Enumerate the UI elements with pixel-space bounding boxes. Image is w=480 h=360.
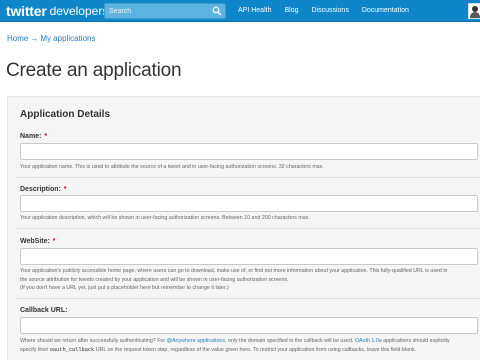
search-icon[interactable] xyxy=(212,6,222,16)
oauth-callback-code: oauth_callback xyxy=(49,346,95,353)
required-marker: * xyxy=(52,238,56,245)
website-help: Your application's publicly accessible h… xyxy=(20,267,480,293)
callback-url-help: Where should we return after successfull… xyxy=(20,337,480,354)
anywhere-applications-link[interactable]: @Anywhere applications xyxy=(167,338,225,344)
user-avatar[interactable] xyxy=(468,3,480,19)
twitter-developers-logo[interactable]: twitter developers xyxy=(6,2,108,20)
callback-help-text: specify their xyxy=(20,346,50,353)
website-help-line-1: Your application's publicly accessible h… xyxy=(20,268,448,274)
nav-documentation[interactable]: Documentation xyxy=(362,0,409,22)
callback-help-text: applications should explicitly xyxy=(381,338,450,344)
callback-help-text: URL on the request token step, regardles… xyxy=(94,346,417,353)
name-label: Name: * xyxy=(20,133,47,140)
description-field[interactable] xyxy=(20,195,478,212)
website-label-text: WebSite: xyxy=(20,238,50,245)
required-marker: * xyxy=(44,133,48,140)
callback-url-field[interactable] xyxy=(20,317,478,334)
divider xyxy=(16,298,480,299)
page-title: Create an application xyxy=(6,60,182,81)
callback-url-label-text: Callback URL: xyxy=(20,307,68,314)
breadcrumb-my-applications[interactable]: My applications xyxy=(40,34,95,43)
description-help: Your application description, which will… xyxy=(20,215,310,221)
search-box xyxy=(104,3,226,19)
callback-help-text: , only the domain specified in the callb… xyxy=(225,338,355,344)
website-field[interactable] xyxy=(20,248,478,265)
description-label-text: Description: xyxy=(20,186,61,193)
logo-sub: developers xyxy=(49,4,109,18)
avatar-body xyxy=(470,12,480,18)
breadcrumb-home[interactable]: Home xyxy=(7,34,28,43)
divider xyxy=(16,177,480,178)
nav-blog[interactable]: Blog xyxy=(284,0,298,22)
logo-brand: twitter xyxy=(6,3,47,19)
website-help-line-2: the source attribution for tweets create… xyxy=(20,276,289,283)
callback-help-line-2: specify their oauth_callback URL on the … xyxy=(20,346,480,355)
top-navigation-bar: twitterdevelopers API Health Blog Discus… xyxy=(0,0,480,22)
search-input[interactable] xyxy=(105,4,209,18)
oauth-link[interactable]: OAuth 1.0a xyxy=(355,338,382,344)
callback-help-text: Where should we return after successfull… xyxy=(20,338,167,344)
breadcrumb: Home → My applications xyxy=(7,34,95,43)
main-nav: API Health Blog Discussions Documentatio… xyxy=(238,0,422,22)
name-help: Your application name. This is used to a… xyxy=(20,164,324,170)
nav-discussions[interactable]: Discussions xyxy=(311,0,348,22)
divider xyxy=(16,228,480,229)
callback-help-line-1: Where should we return after successfull… xyxy=(20,337,480,346)
required-marker: * xyxy=(63,186,67,193)
website-help-line-3: (If you don't have a URL yet, just put a… xyxy=(20,285,229,291)
breadcrumb-separator: → xyxy=(30,34,39,43)
callback-url-label: Callback URL: xyxy=(20,307,67,314)
name-label-text: Name: xyxy=(20,133,42,140)
application-details-form: Application Details Name: * Your applica… xyxy=(7,96,480,360)
section-title: Application Details xyxy=(20,109,111,120)
name-field[interactable] xyxy=(20,143,478,160)
nav-api-health[interactable]: API Health xyxy=(238,0,271,22)
description-label: Description: * xyxy=(20,186,67,193)
website-label: WebSite: * xyxy=(20,238,56,245)
